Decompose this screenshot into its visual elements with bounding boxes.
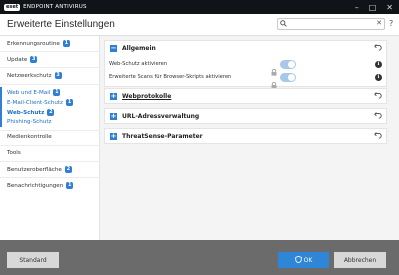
- collapse-icon[interactable]: −: [110, 45, 117, 52]
- section-title[interactable]: Webprotokolle: [122, 93, 171, 100]
- sidebar-item-label: E-Mail-Client-Schutz: [7, 99, 63, 106]
- sidebar-item-email-client-schutz[interactable]: E-Mail-Client-Schutz 1: [7, 99, 73, 106]
- shield-icon: [294, 255, 302, 265]
- nav-divider: [0, 177, 100, 178]
- section-webprotokolle: + Webprotokolle: [104, 88, 387, 104]
- sidebar-item-label: Netzwerkschutz: [7, 72, 52, 79]
- footer-bar: Standard OK Abbrechen: [0, 240, 399, 275]
- sidebar-item-benutzeroberflaeche[interactable]: Benutzeroberfläche 2: [7, 166, 72, 173]
- setting-label: Web-Schutz aktivieren: [109, 61, 168, 67]
- title-bar: eset ENDPOINT ANTIVIRUS – □ ✕: [0, 0, 399, 14]
- count-badge: 2: [47, 109, 55, 116]
- nav-divider: [0, 67, 100, 68]
- section-title: URL-Adressverwaltung: [122, 113, 200, 120]
- sidebar-item-label: Medienkontrolle: [7, 134, 52, 140]
- sidebar-item-medienkontrolle[interactable]: Medienkontrolle: [7, 134, 52, 140]
- sidebar-item-tools[interactable]: Tools: [7, 150, 21, 156]
- ok-label: OK: [303, 256, 313, 264]
- count-badge: 1: [62, 40, 70, 47]
- section-threatsense-parameter: + ThreatSense-Parameter: [104, 128, 387, 144]
- setting-row: Erweiterte Scans für Browser-Skripts akt…: [105, 72, 386, 89]
- undo-icon[interactable]: [374, 111, 382, 121]
- minimize-button[interactable]: –: [355, 3, 359, 12]
- expand-icon[interactable]: +: [110, 93, 117, 100]
- nav-divider: [0, 161, 100, 162]
- nav-divider: [0, 145, 100, 146]
- sidebar-item-netzwerkschutz[interactable]: Netzwerkschutz 3: [7, 72, 62, 79]
- sidebar-item-label: Benutzeroberfläche: [7, 166, 62, 173]
- expand-icon[interactable]: +: [110, 113, 117, 120]
- count-badge: 1: [66, 182, 74, 189]
- sidebar-item-label: Web-Schutz: [7, 109, 45, 116]
- search-box[interactable]: ✕: [277, 18, 385, 30]
- undo-icon[interactable]: [374, 131, 382, 141]
- window-controls: – □ ✕: [355, 0, 393, 14]
- section-title: ThreatSense-Parameter: [122, 133, 203, 140]
- nav-divider: [0, 84, 100, 85]
- undo-icon[interactable]: [374, 43, 382, 53]
- clear-search-icon[interactable]: ✕: [376, 19, 382, 27]
- toggle-knob: [288, 61, 295, 68]
- sidebar-item-label: Update: [7, 56, 28, 63]
- sidebar-item-label: Erkennungsroutine: [7, 40, 60, 47]
- nav-divider: [0, 130, 100, 131]
- close-window-button[interactable]: ✕: [386, 3, 393, 12]
- section-title: Allgemein: [122, 45, 156, 52]
- lock-icon[interactable]: [271, 74, 277, 89]
- section-header[interactable]: + ThreatSense-Parameter: [105, 129, 386, 144]
- cancel-button[interactable]: Abbrechen: [334, 252, 386, 268]
- undo-icon[interactable]: [374, 91, 382, 101]
- standard-button[interactable]: Standard: [7, 252, 59, 268]
- count-badge: 1: [53, 89, 61, 96]
- section-header[interactable]: − Allgemein: [105, 41, 386, 56]
- setting-row: Web-Schutz aktivieren i: [105, 59, 386, 76]
- sidebar-item-benachrichtigungen[interactable]: Benachrichtigungen 1: [7, 182, 74, 189]
- section-url-adressverwaltung: + URL-Adressverwaltung: [104, 108, 387, 124]
- info-icon[interactable]: i: [375, 61, 382, 68]
- maximize-button[interactable]: □: [369, 3, 377, 12]
- lock-icon[interactable]: [271, 61, 277, 76]
- page-title: Erweiterte Einstellungen: [7, 19, 115, 30]
- section-header[interactable]: + Webprotokolle: [105, 89, 386, 104]
- web-schutz-toggle[interactable]: [280, 60, 296, 69]
- sidebar-item-label: Tools: [7, 150, 21, 156]
- header: Erweiterte Einstellungen ✕ ?: [0, 14, 399, 36]
- ok-button[interactable]: OK: [278, 252, 329, 268]
- sidebar-item-label: Web und E-Mail: [7, 89, 51, 96]
- setting-label: Erweiterte Scans für Browser-Skripts akt…: [109, 74, 232, 80]
- count-badge: 3: [54, 72, 62, 79]
- section-header[interactable]: + URL-Adressverwaltung: [105, 109, 386, 124]
- active-group-marker: [0, 87, 2, 127]
- sidebar-item-phishing-schutz[interactable]: Phishing-Schutz: [7, 119, 51, 125]
- nav-divider: [0, 51, 100, 52]
- count-badge: 3: [30, 56, 38, 63]
- sidebar-item-update[interactable]: Update 3: [7, 56, 38, 63]
- sidebar-item-label: Phishing-Schutz: [7, 119, 52, 125]
- help-icon[interactable]: ?: [389, 19, 393, 28]
- search-icon: [280, 20, 287, 29]
- section-allgemein: − Allgemein Web-Schutz aktivieren i Erwe…: [104, 40, 387, 89]
- search-input[interactable]: [288, 19, 372, 29]
- product-name: ENDPOINT ANTIVIRUS: [23, 4, 87, 10]
- browser-scripts-toggle[interactable]: [280, 73, 296, 82]
- sidebar: Erkennungsroutine 1 Update 3 Netzwerksch…: [0, 36, 100, 240]
- count-badge: 2: [64, 166, 72, 173]
- toggle-knob: [288, 74, 295, 81]
- count-badge: 1: [66, 99, 73, 106]
- sidebar-item-label: Benachrichtigungen: [7, 182, 64, 189]
- sidebar-item-web-und-email[interactable]: Web und E-Mail 1: [7, 89, 61, 96]
- settings-content: − Allgemein Web-Schutz aktivieren i Erwe…: [100, 36, 399, 240]
- eset-logo: eset: [4, 3, 21, 11]
- sidebar-item-erkennungsroutine[interactable]: Erkennungsroutine 1: [7, 40, 70, 47]
- sidebar-item-web-schutz[interactable]: Web-Schutz 2: [7, 109, 55, 116]
- info-icon[interactable]: i: [375, 74, 382, 81]
- expand-icon[interactable]: +: [110, 133, 117, 140]
